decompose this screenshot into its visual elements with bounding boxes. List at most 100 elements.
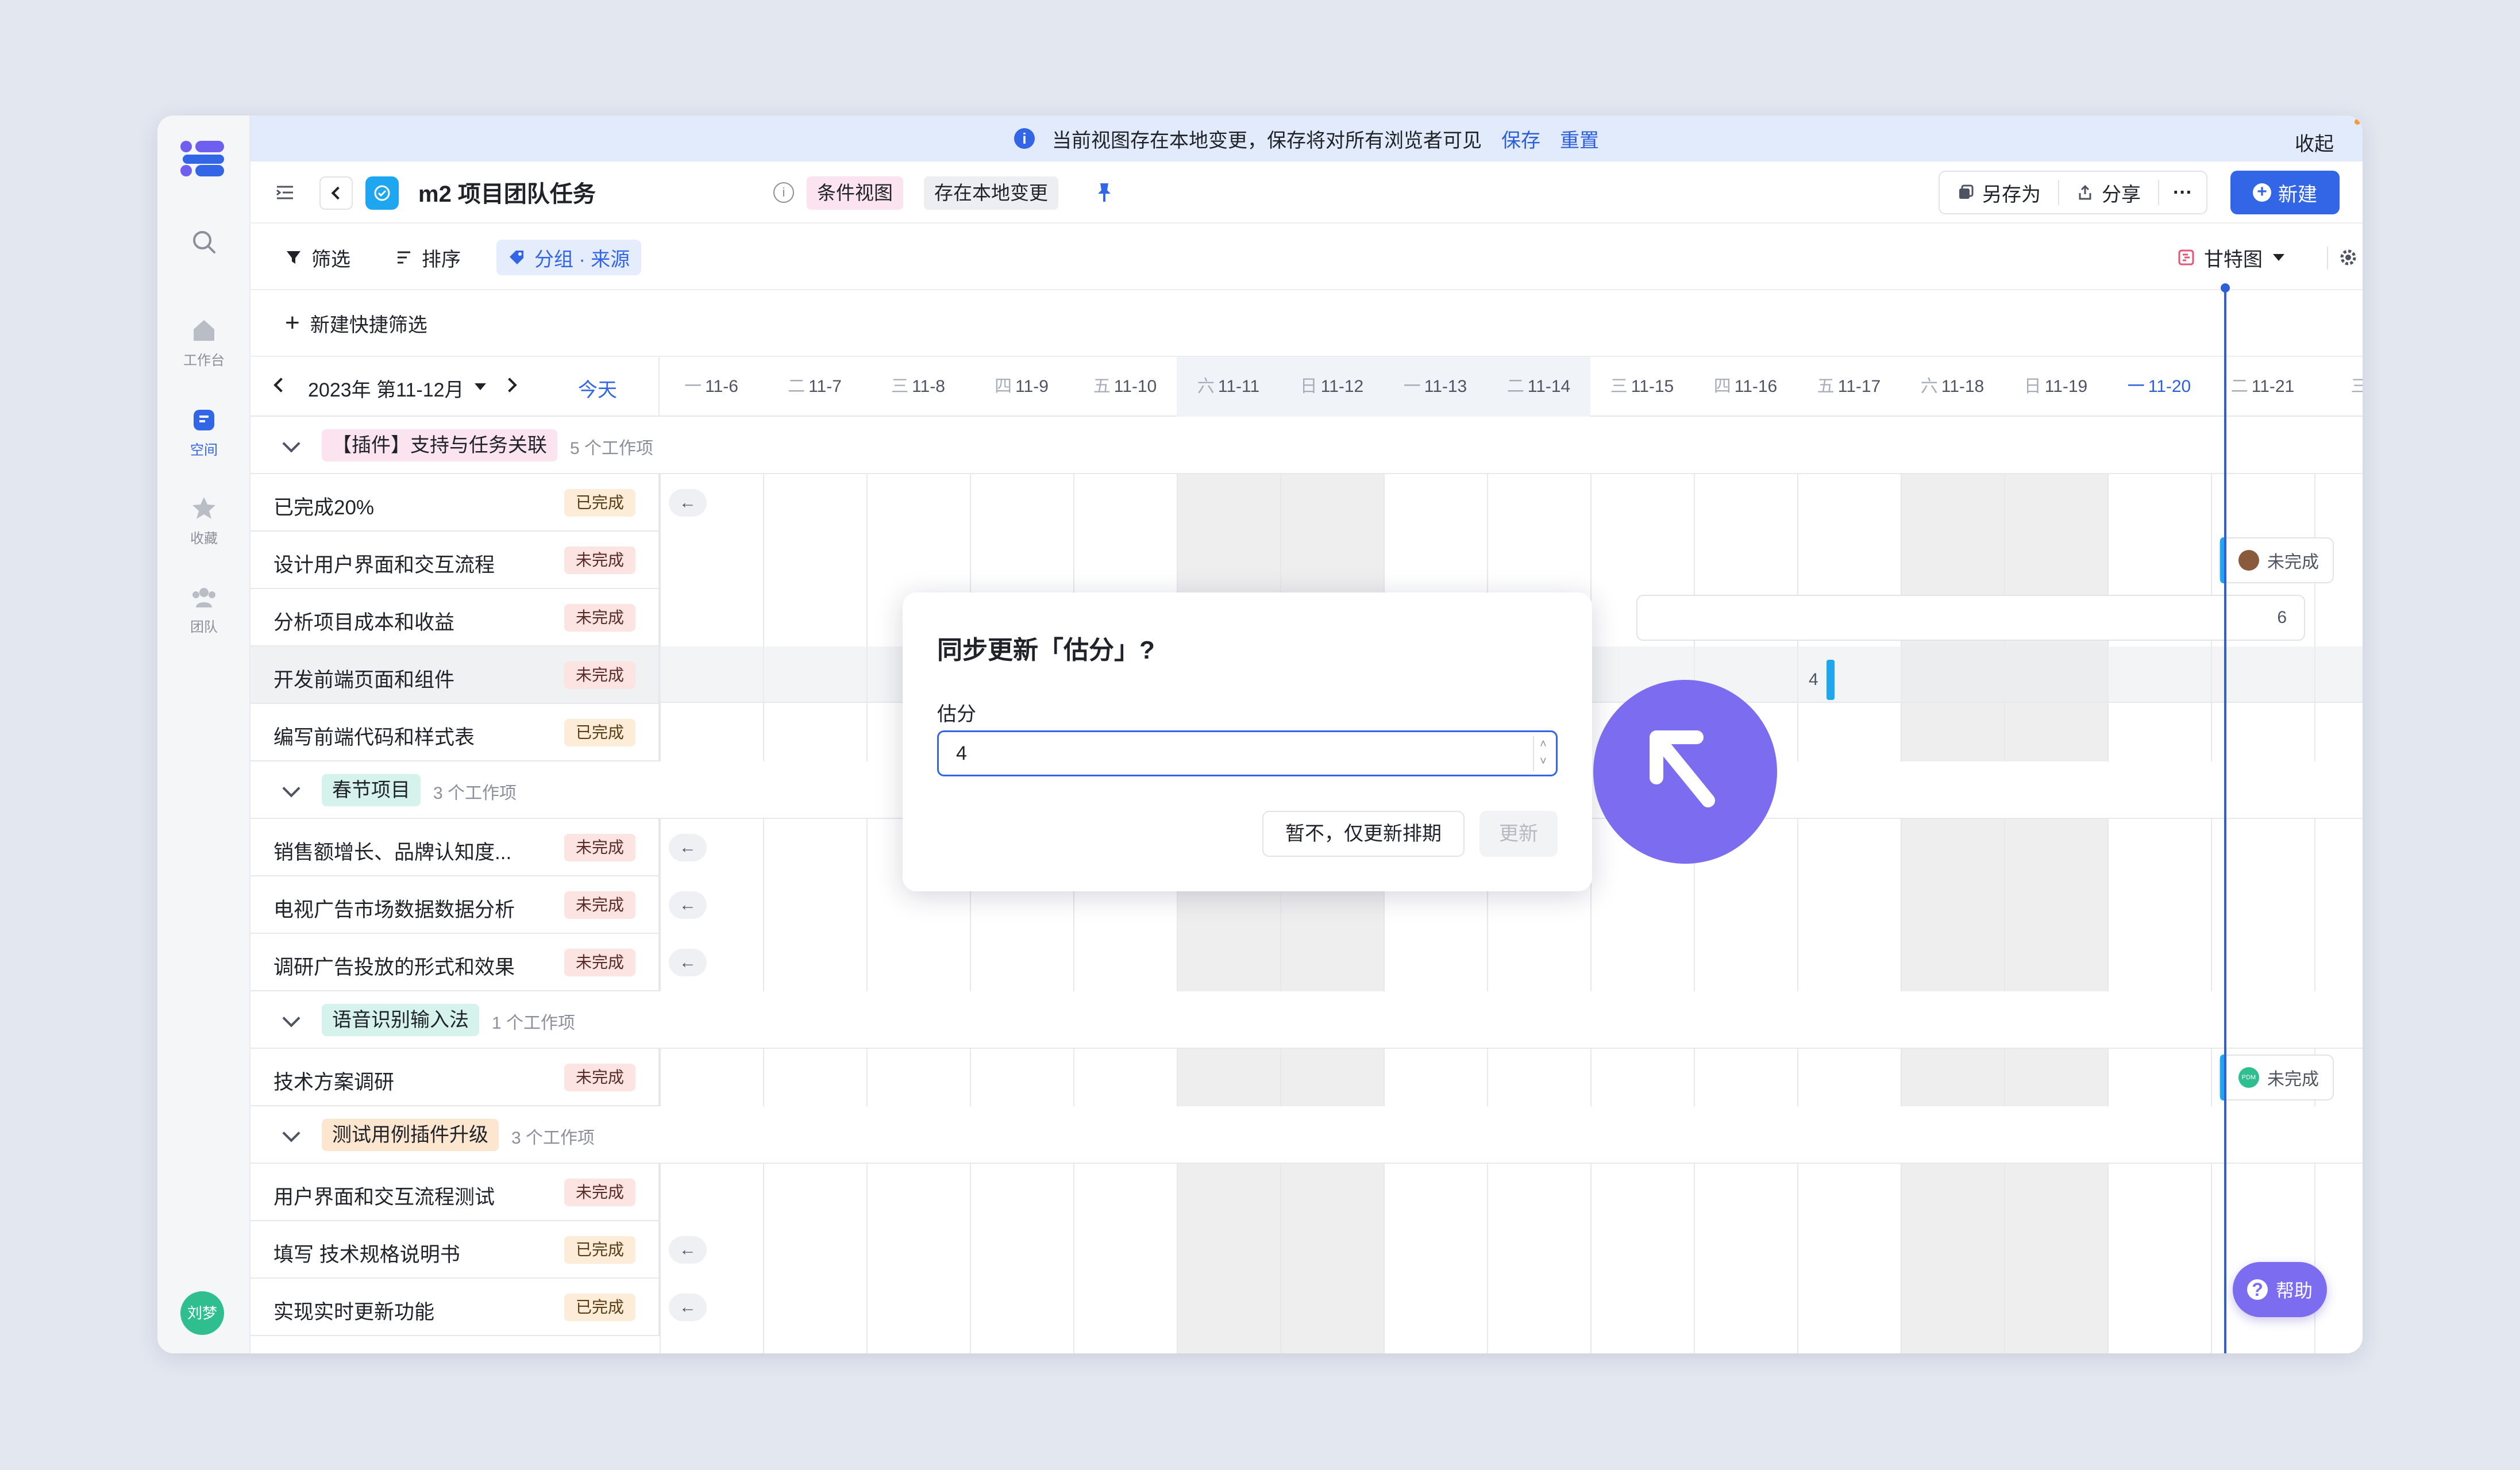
sidebar-item-favorites[interactable]: 收藏 (157, 495, 251, 547)
task-row[interactable]: 实现实时更新功能 已完成 (251, 1279, 660, 1336)
avatar: PDM (2238, 1067, 2259, 1088)
pin-icon[interactable] (1093, 181, 1116, 204)
scroll-to-task-button[interactable]: ← (669, 834, 707, 861)
view-actions-group: 另存为 分享 ··· (1939, 171, 2207, 214)
date-cell: 日 11-12 (1280, 357, 1384, 417)
arrow-up-left-icon (1650, 730, 1715, 807)
task-row[interactable]: 销售额增长、品牌认知度... 未完成 (251, 819, 660, 876)
group-header[interactable]: 语音识别输入法 1 个工作项 (251, 991, 2363, 1049)
task-name: 编写前端代码和样式表 (273, 726, 475, 749)
user-avatar[interactable]: 刘梦 (180, 1291, 224, 1335)
task-row[interactable]: 已完成20% 已完成 (251, 474, 660, 532)
period-label[interactable]: 2023年 第11-12月 (308, 374, 464, 402)
chevron-down-icon[interactable] (282, 434, 300, 453)
task-bar-cost[interactable]: 6 (1636, 595, 2305, 641)
share-button[interactable]: 分享 (2059, 172, 2158, 213)
task-row[interactable]: 设计用户界面和交互流程 未完成 (251, 532, 660, 589)
status-badge[interactable]: 未完成 (564, 891, 635, 919)
date-label: 11-6 (705, 377, 738, 396)
view-type-select[interactable]: 甘特图 (2166, 240, 2296, 275)
status-badge[interactable]: 未完成 (564, 949, 635, 976)
group-header[interactable]: 【插件】支持与任务关联 5 个工作项 (251, 417, 2363, 474)
status-badge[interactable]: 未完成 (564, 1064, 635, 1091)
scroll-to-task-button[interactable]: ← (669, 489, 707, 517)
group-tag: 春节项目 (322, 774, 421, 806)
status-badge[interactable]: 未完成 (564, 661, 635, 689)
status-badge[interactable]: 已完成 (564, 1236, 635, 1264)
group-header[interactable]: 测试用例插件升级 3 个工作项 (251, 1106, 2363, 1164)
today-button[interactable]: 今天 (578, 374, 617, 402)
help-button[interactable]: ? 帮助 (2233, 1262, 2327, 1317)
date-label: 11-21 (2251, 377, 2295, 396)
task-row[interactable]: 填写 技术规格说明书 已完成 (251, 1221, 660, 1279)
task-row[interactable]: 调研广告投放的形式和效果 未完成 (251, 934, 660, 991)
save-link[interactable]: 保存 (1501, 125, 1540, 153)
chevron-down-icon[interactable] (282, 1009, 300, 1028)
more-button[interactable]: ··· (2159, 172, 2206, 213)
gear-icon[interactable] (2334, 244, 2363, 271)
task-row[interactable]: 开发前端页面和组件 未完成 (251, 647, 660, 704)
scroll-to-task-button[interactable]: ← (669, 1294, 707, 1321)
local-change-tag[interactable]: 存在本地变更 (924, 176, 1058, 210)
estimate-input[interactable]: 4 ˄ ˅ (937, 730, 1558, 776)
scroll-to-task-button[interactable]: ← (669, 891, 707, 919)
toggle-sidebar-icon[interactable] (273, 181, 296, 204)
task-row[interactable]: 分析项目成本和收益 未完成 (251, 589, 660, 647)
update-button[interactable]: 更新 (1479, 811, 1558, 857)
task-bar-frontend[interactable]: 4 (1809, 657, 1836, 703)
space-icon (194, 410, 214, 430)
app-logo[interactable] (179, 138, 228, 179)
group-count: 3 个工作项 (511, 1129, 595, 1148)
new-quick-filter-button[interactable]: + 新建快捷筛选 (273, 305, 439, 341)
date-label: 11-10 (1113, 377, 1157, 396)
task-row[interactable]: 电视广告市场数据数据分析 未完成 (251, 876, 660, 934)
search-icon[interactable] (157, 228, 251, 260)
date-label: 11-16 (1734, 377, 1778, 396)
number-stepper[interactable]: ˄ ˅ (1533, 736, 1552, 771)
weekday-label: 五 (1817, 377, 1835, 396)
group-button[interactable]: 分组 · 来源 (496, 240, 642, 275)
weekday-label: 一 (1403, 377, 1421, 396)
status-badge[interactable]: 未完成 (564, 547, 635, 574)
sidebar-item-team[interactable]: 团队 (157, 583, 251, 636)
save-as-button[interactable]: 另存为 (1940, 172, 2058, 213)
status-badge[interactable]: 未完成 (564, 1179, 635, 1206)
chevron-down-icon[interactable] (282, 1124, 300, 1142)
status-badge[interactable]: 未完成 (564, 834, 635, 861)
skip-update-button[interactable]: 暂不，仅更新排期 (1262, 811, 1465, 857)
info-circle-icon[interactable]: i (773, 182, 794, 203)
chevron-down-icon[interactable] (282, 779, 300, 798)
scroll-to-task-button[interactable]: ← (669, 1236, 707, 1264)
today-marker (2221, 283, 2230, 293)
prev-period-icon[interactable] (273, 378, 288, 392)
sidebar-item-space[interactable]: 空间 (157, 406, 251, 459)
caret-down-icon[interactable] (475, 383, 486, 390)
reset-link[interactable]: 重置 (1560, 125, 1599, 153)
weekday-label: 一 (2127, 377, 2145, 396)
grid-column (660, 417, 763, 1353)
scroll-to-task-button[interactable]: ← (669, 949, 707, 976)
new-button[interactable]: + 新建 (2230, 171, 2340, 214)
status-badge[interactable]: 未完成 (564, 604, 635, 632)
filter-button[interactable]: 筛选 (273, 240, 362, 275)
status-badge[interactable]: 已完成 (564, 1294, 635, 1321)
date-cell: 一 11-6 (660, 357, 763, 417)
collapse-banner-button[interactable]: 收起 (2295, 128, 2334, 156)
today-line (2221, 283, 2230, 1353)
back-button[interactable] (319, 176, 353, 210)
task-bar-tech[interactable]: PDM 未完成 (2219, 1055, 2334, 1100)
date-cell: 二 11-14 (1487, 357, 1590, 417)
condition-view-tag[interactable]: 条件视图 (807, 176, 903, 210)
status-badge[interactable]: 已完成 (564, 489, 635, 517)
task-bar-design[interactable]: 未完成 (2219, 537, 2334, 583)
estimate-label: 估分 (937, 703, 976, 725)
task-row[interactable]: 用户界面和交互流程测试 未完成 (251, 1164, 660, 1221)
status-badge[interactable]: 已完成 (564, 719, 635, 746)
resize-handle[interactable] (1826, 660, 1835, 700)
task-row[interactable]: 编写前端代码和样式表 已完成 (251, 704, 660, 761)
weekday-label: 六 (1197, 377, 1215, 396)
next-period-icon[interactable] (502, 378, 517, 392)
task-row[interactable]: 技术方案调研 未完成 (251, 1049, 660, 1106)
sort-button[interactable]: 排序 (384, 240, 472, 275)
sidebar-item-workbench[interactable]: 工作台 (157, 317, 251, 369)
